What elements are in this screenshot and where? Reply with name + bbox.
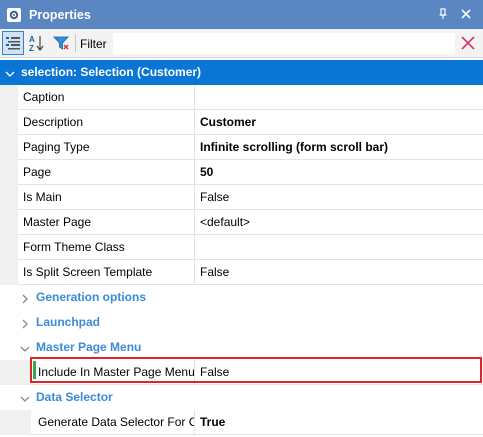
property-value[interactable] [195,235,483,260]
clear-filter-icon[interactable] [460,35,476,51]
property-row[interactable]: Master Page <default> [0,210,483,235]
property-value[interactable]: Infinite scrolling (form scroll bar) [195,135,483,160]
property-value[interactable]: False [195,260,483,285]
property-row[interactable]: Is Split Screen Template False [0,260,483,285]
category-generation-options[interactable]: Generation options [0,285,483,310]
chevron-right-icon[interactable] [20,318,30,329]
property-name: Include In Master Page Menu [31,360,195,385]
category-title: Data Selector [36,390,113,404]
categorized-icon [6,37,20,50]
category-master-page-menu[interactable]: Master Page Menu [0,335,483,360]
property-name: Caption [18,85,195,110]
selection-header[interactable]: selection: Selection (Customer) [0,60,483,85]
category-title: Launchpad [36,315,101,329]
funnel-icon [53,36,69,50]
close-icon[interactable] [459,7,473,21]
category-title: Master Page Menu [36,340,142,354]
categorized-view-button[interactable] [2,31,24,55]
pin-icon[interactable] [436,7,450,21]
property-row[interactable]: Caption [0,85,483,110]
property-value[interactable]: False [195,360,483,385]
property-value[interactable]: 50 [195,160,483,185]
title-bar: Properties [0,0,483,29]
property-row-generate-data-selector[interactable]: Generate Data Selector For Co True [0,410,483,435]
property-name: Form Theme Class [18,235,195,260]
category-launchpad[interactable]: Launchpad [0,310,483,335]
modified-marker [33,361,36,379]
window-title: Properties [29,7,91,22]
property-value[interactable]: <default> [195,210,483,235]
filter-button[interactable] [50,31,72,55]
property-name: Is Main [18,185,195,210]
properties-toolbar: A Z Filter [0,29,483,58]
property-row[interactable]: Is Main False [0,185,483,210]
property-name: Is Split Screen Template [18,260,195,285]
property-row[interactable]: Form Theme Class [0,235,483,260]
sort-az-icon: A Z [29,35,44,52]
property-value[interactable]: True [195,410,483,435]
property-row[interactable]: Page 50 [0,160,483,185]
property-name: Generate Data Selector For Co [31,410,195,435]
property-row[interactable]: Paging Type Infinite scrolling (form scr… [0,135,483,160]
selection-title: selection: Selection (Customer) [21,65,202,79]
property-value[interactable] [195,85,483,110]
property-name: Master Page [18,210,195,235]
filter-label: Filter [80,37,107,51]
property-value[interactable]: False [195,185,483,210]
alphabetical-sort-button[interactable]: A Z [26,31,48,55]
property-name: Page [18,160,195,185]
property-value[interactable]: Customer [195,110,483,135]
chevron-down-icon[interactable] [5,68,15,78]
svg-text:Z: Z [29,44,34,52]
chevron-down-icon[interactable] [20,393,30,403]
property-row[interactable]: Description Customer [0,110,483,135]
gear-icon [7,7,21,22]
property-name: Paging Type [18,135,195,160]
property-row-include-in-master-page-menu[interactable]: Include In Master Page Menu False [0,360,483,385]
property-name: Description [18,110,195,135]
svg-text:A: A [29,35,35,44]
filter-input[interactable] [113,33,455,54]
category-title: Generation options [36,290,147,304]
toolbar-separator [75,34,76,52]
category-data-selector[interactable]: Data Selector [0,385,483,410]
chevron-down-icon[interactable] [20,343,30,353]
chevron-right-icon[interactable] [20,293,30,304]
